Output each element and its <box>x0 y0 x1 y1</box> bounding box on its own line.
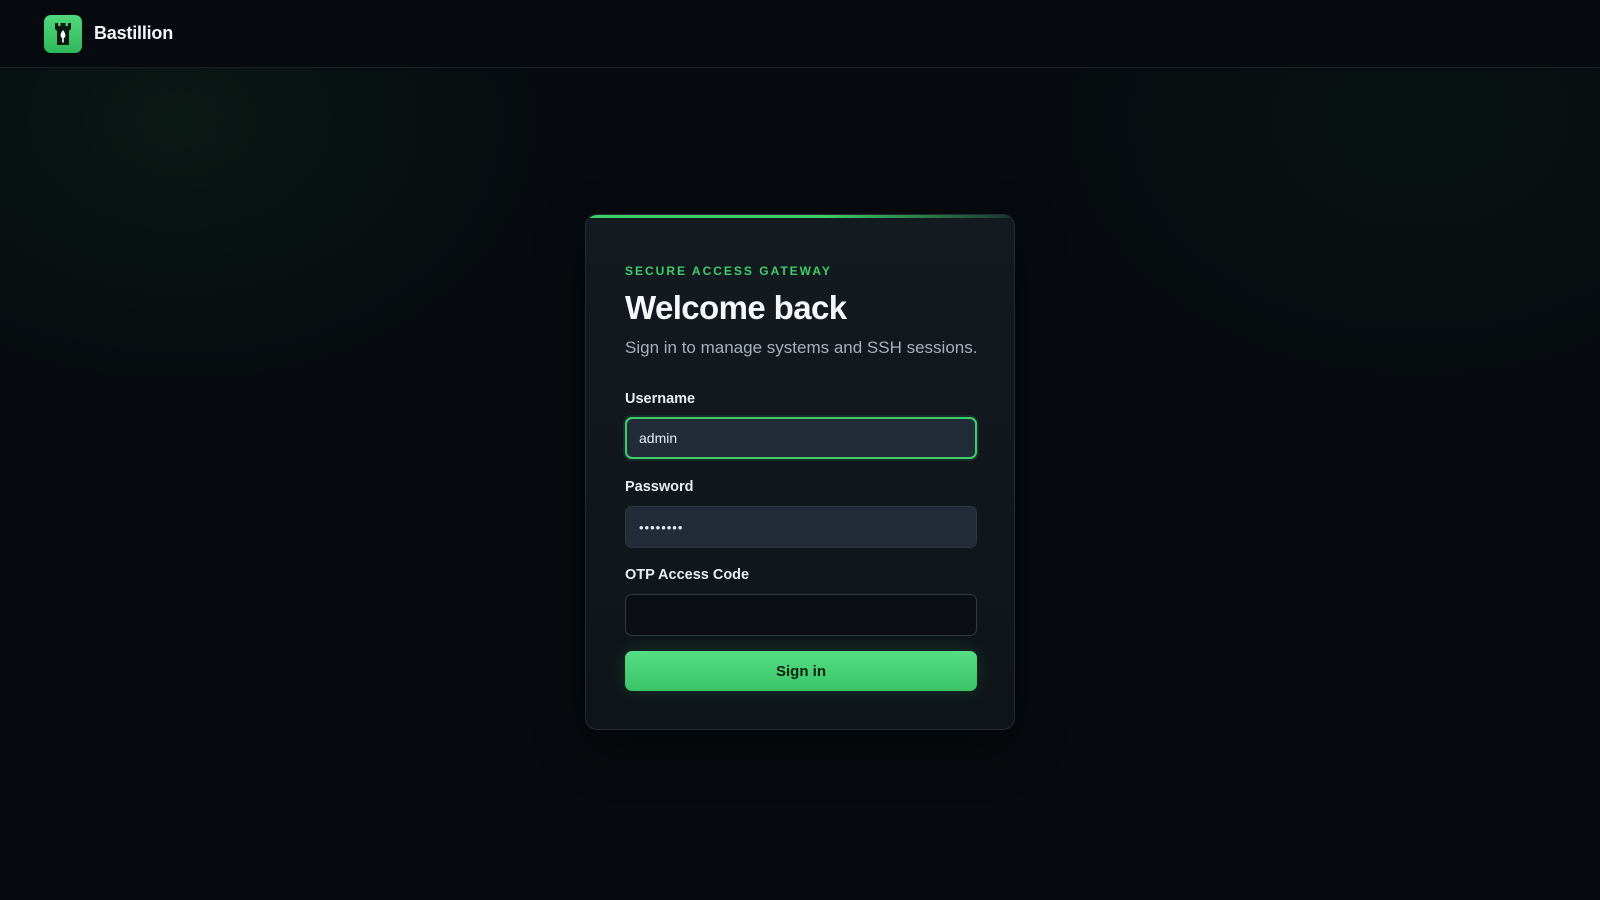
top-bar: Bastillion <box>0 0 1600 68</box>
page-title: Welcome back <box>625 289 847 326</box>
otp-label: OTP Access Code <box>625 567 750 583</box>
otp-input[interactable] <box>625 594 977 636</box>
login-card: SECURE ACCESS GATEWAY Welcome back Sign … <box>585 214 1015 730</box>
password-label: Password <box>625 479 694 495</box>
eyebrow-label: SECURE ACCESS GATEWAY <box>625 264 832 278</box>
sign-in-button[interactable]: Sign in <box>625 651 977 691</box>
page-subtitle: Sign in to manage systems and SSH sessio… <box>625 338 978 357</box>
brand-name: Bastillion <box>94 23 174 43</box>
password-input[interactable] <box>625 506 977 548</box>
card-accent-bar <box>586 215 1014 218</box>
castle-tower-icon <box>44 14 82 53</box>
username-input[interactable] <box>625 417 977 459</box>
username-label: Username <box>625 391 696 407</box>
brand-link[interactable]: Bastillion <box>44 14 174 53</box>
